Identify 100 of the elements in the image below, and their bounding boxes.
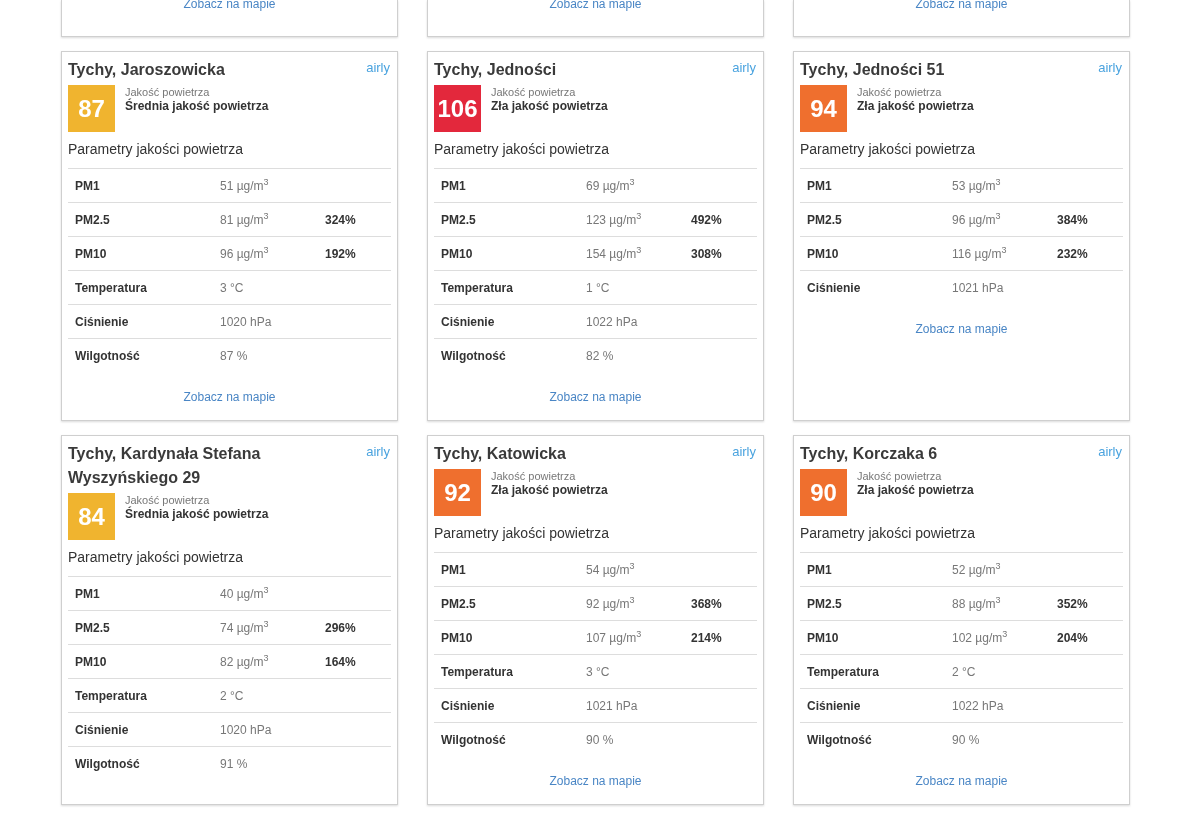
param-label: Temperatura	[441, 663, 514, 681]
param-value: 96 µg/m$^{3}$	[220, 244, 270, 263]
airly-logo: airly	[732, 59, 756, 77]
param-value: 82 µg/m$^{3}$	[220, 652, 270, 671]
param-label: PM1	[75, 585, 101, 603]
param-label: Wilgotność	[441, 731, 507, 749]
quality-label: Średnia jakość powietrza	[125, 99, 269, 113]
param-value: 74 µg/m$^{3}$	[220, 618, 270, 637]
quality-label: Zła jakość powietrza	[491, 99, 608, 113]
airly-logo: airly	[732, 443, 756, 461]
norm-percent: 352%	[1057, 595, 1088, 613]
param-label: Temperatura	[807, 663, 880, 681]
index-badge: 92	[434, 469, 481, 516]
index-badge: 94	[800, 85, 847, 132]
quality-label: Zła jakość powietrza	[857, 483, 974, 497]
airly-logo: airly	[1098, 59, 1122, 77]
param-value: 1020 hPa	[220, 313, 273, 331]
norm-percent: 492%	[691, 211, 722, 229]
param-value: 3 °C	[586, 663, 611, 681]
param-label: PM2.5	[807, 595, 843, 613]
index-badge: 90	[800, 469, 847, 516]
map-link[interactable]: Zobacz na mapie	[915, 320, 1008, 338]
norm-percent: 164%	[325, 653, 356, 671]
param-label: Wilgotność	[75, 347, 141, 365]
norm-percent: 296%	[325, 619, 356, 637]
norm-percent: 384%	[1057, 211, 1088, 229]
param-label: Wilgotność	[75, 755, 141, 773]
map-link[interactable]: Zobacz na mapie	[183, 388, 276, 406]
param-label: PM1	[807, 561, 833, 579]
param-value: 107 µg/m$^{3}$	[586, 628, 643, 647]
param-value: 1 °C	[586, 279, 611, 297]
param-value: 53 µg/m$^{3}$	[952, 176, 1002, 195]
param-value: 116 µg/m$^{3}$	[952, 244, 1008, 263]
quality-caption: Jakość powietrza	[125, 85, 211, 98]
airly-logo: airly	[1098, 443, 1122, 461]
param-value: 81 µg/m$^{3}$	[220, 210, 270, 229]
param-label: PM1	[441, 177, 467, 195]
station-title: Tychy, Jaroszowicka	[68, 60, 226, 80]
norm-percent: 204%	[1057, 629, 1088, 647]
section-heading: Parametry jakości powietrza	[68, 548, 245, 566]
param-value: 154 µg/m$^{3}$	[586, 244, 643, 263]
map-link[interactable]: Zobacz na mapie	[549, 0, 642, 36]
param-value: 40 µg/m$^{3}$	[220, 584, 270, 603]
param-label: PM10	[441, 245, 474, 263]
map-link[interactable]: Zobacz na mapie	[915, 0, 1008, 36]
quality-label: Zła jakość powietrza	[491, 483, 608, 497]
param-label: PM1	[441, 561, 467, 579]
map-link[interactable]: Zobacz na mapie	[183, 0, 276, 36]
station-title: Tychy, Korczaka 6	[800, 444, 939, 464]
param-value: 2 °C	[220, 687, 245, 705]
index-badge: 84	[68, 493, 115, 540]
section-heading: Parametry jakości powietrza	[434, 140, 611, 158]
norm-percent: 308%	[691, 245, 722, 263]
param-value: 51 µg/m$^{3}$	[220, 176, 270, 195]
quality-caption: Jakość powietrza	[857, 85, 943, 99]
station-title: Tychy, Katowicka	[434, 444, 567, 464]
station-title: Tychy, Kardynała Stefana Wyszyńskiego 29	[68, 444, 262, 488]
param-label: Ciśnienie	[75, 313, 130, 331]
param-value: 3 °C	[220, 279, 245, 297]
param-label: Ciśnienie	[441, 313, 496, 331]
quality-label: Średnia jakość powietrza	[125, 507, 269, 521]
param-label: PM2.5	[75, 211, 111, 229]
param-label: Temperatura	[75, 279, 148, 297]
param-label: PM2.5	[441, 595, 477, 613]
param-value: 82 %	[586, 347, 615, 365]
param-value: 123 µg/m$^{3}$	[586, 210, 643, 229]
param-value: 91 %	[220, 755, 249, 773]
airly-logo: airly	[366, 443, 390, 461]
quality-caption: Jakość powietrza	[125, 493, 211, 506]
param-label: Wilgotność	[441, 347, 507, 365]
param-label: Ciśnienie	[441, 697, 496, 715]
param-value: 96 µg/m$^{3}$	[952, 210, 1002, 229]
param-value: 54 µg/m$^{3}$	[586, 560, 636, 579]
param-value: 1020 hPa	[220, 721, 273, 739]
param-value: 90 %	[952, 731, 981, 749]
map-link[interactable]: Zobacz na mapie	[915, 772, 1008, 790]
param-value: 87 %	[220, 347, 249, 365]
quality-caption: Jakość powietrza	[857, 469, 943, 483]
section-heading: Parametry jakości powietrza	[800, 524, 977, 542]
norm-percent: 368%	[691, 595, 722, 613]
param-label: Ciśnienie	[75, 721, 130, 739]
norm-percent: 232%	[1057, 245, 1088, 263]
param-label: Ciśnienie	[807, 697, 862, 715]
param-value: 90 %	[586, 731, 615, 749]
quality-caption: Jakość powietrza	[491, 469, 577, 483]
section-heading: Parametry jakości powietrza	[800, 140, 977, 158]
param-value: 1022 hPa	[952, 697, 1005, 715]
param-label: Wilgotność	[807, 731, 873, 749]
param-label: Ciśnienie	[807, 279, 862, 297]
map-link[interactable]: Zobacz na mapie	[549, 388, 642, 406]
norm-percent: 324%	[325, 211, 356, 229]
param-value: 2 °C	[952, 663, 977, 681]
station-title: Tychy, Jedności	[434, 60, 558, 80]
norm-percent: 192%	[325, 245, 356, 263]
norm-percent: 214%	[691, 629, 722, 647]
quality-caption: Jakość powietrza	[491, 85, 577, 99]
index-badge: 87	[68, 85, 115, 132]
param-value: 102 µg/m$^{3}$	[952, 628, 1009, 647]
map-link[interactable]: Zobacz na mapie	[549, 772, 642, 790]
param-label: PM1	[807, 177, 833, 195]
